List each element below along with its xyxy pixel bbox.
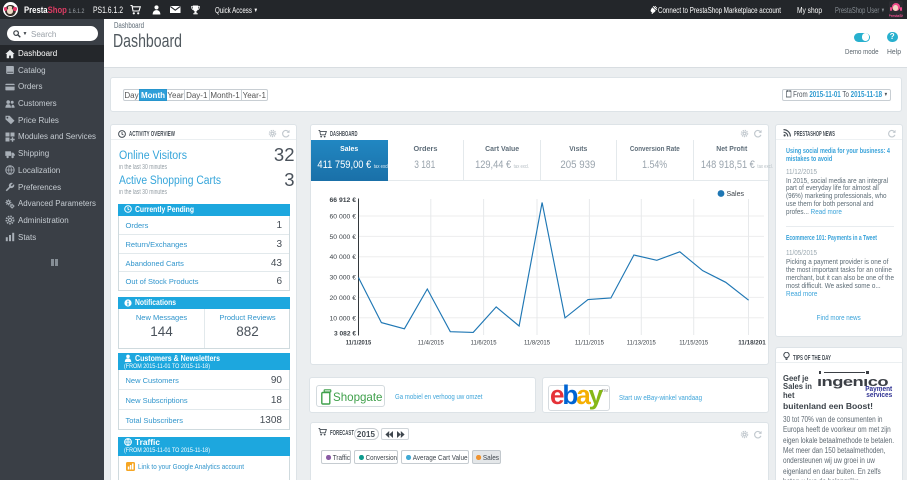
svg-text:11/11/2015: 11/11/2015: [575, 339, 604, 346]
svg-text:11/1/2015: 11/1/2015: [346, 339, 372, 346]
svg-text:20 000 €: 20 000 €: [330, 294, 357, 301]
svg-text:11/18/201: 11/18/201: [738, 339, 766, 346]
svg-text:11/8/2015: 11/8/2015: [524, 339, 550, 346]
svg-text:11/4/2015: 11/4/2015: [418, 339, 444, 346]
svg-text:50 000 €: 50 000 €: [330, 233, 357, 240]
svg-text:30 000 €: 30 000 €: [330, 274, 357, 281]
svg-text:66 912 €: 66 912 €: [330, 197, 357, 204]
svg-text:3 082 €: 3 082 €: [334, 330, 356, 337]
svg-text:11/15/2015: 11/15/2015: [679, 339, 708, 346]
svg-text:11/13/2015: 11/13/2015: [627, 339, 656, 346]
svg-text:10 000 €: 10 000 €: [330, 315, 357, 322]
svg-text:40 000 €: 40 000 €: [330, 254, 357, 261]
svg-text:11/6/2015: 11/6/2015: [471, 339, 497, 346]
svg-text:60 000 €: 60 000 €: [330, 213, 357, 220]
svg-text:Sales: Sales: [727, 191, 745, 198]
